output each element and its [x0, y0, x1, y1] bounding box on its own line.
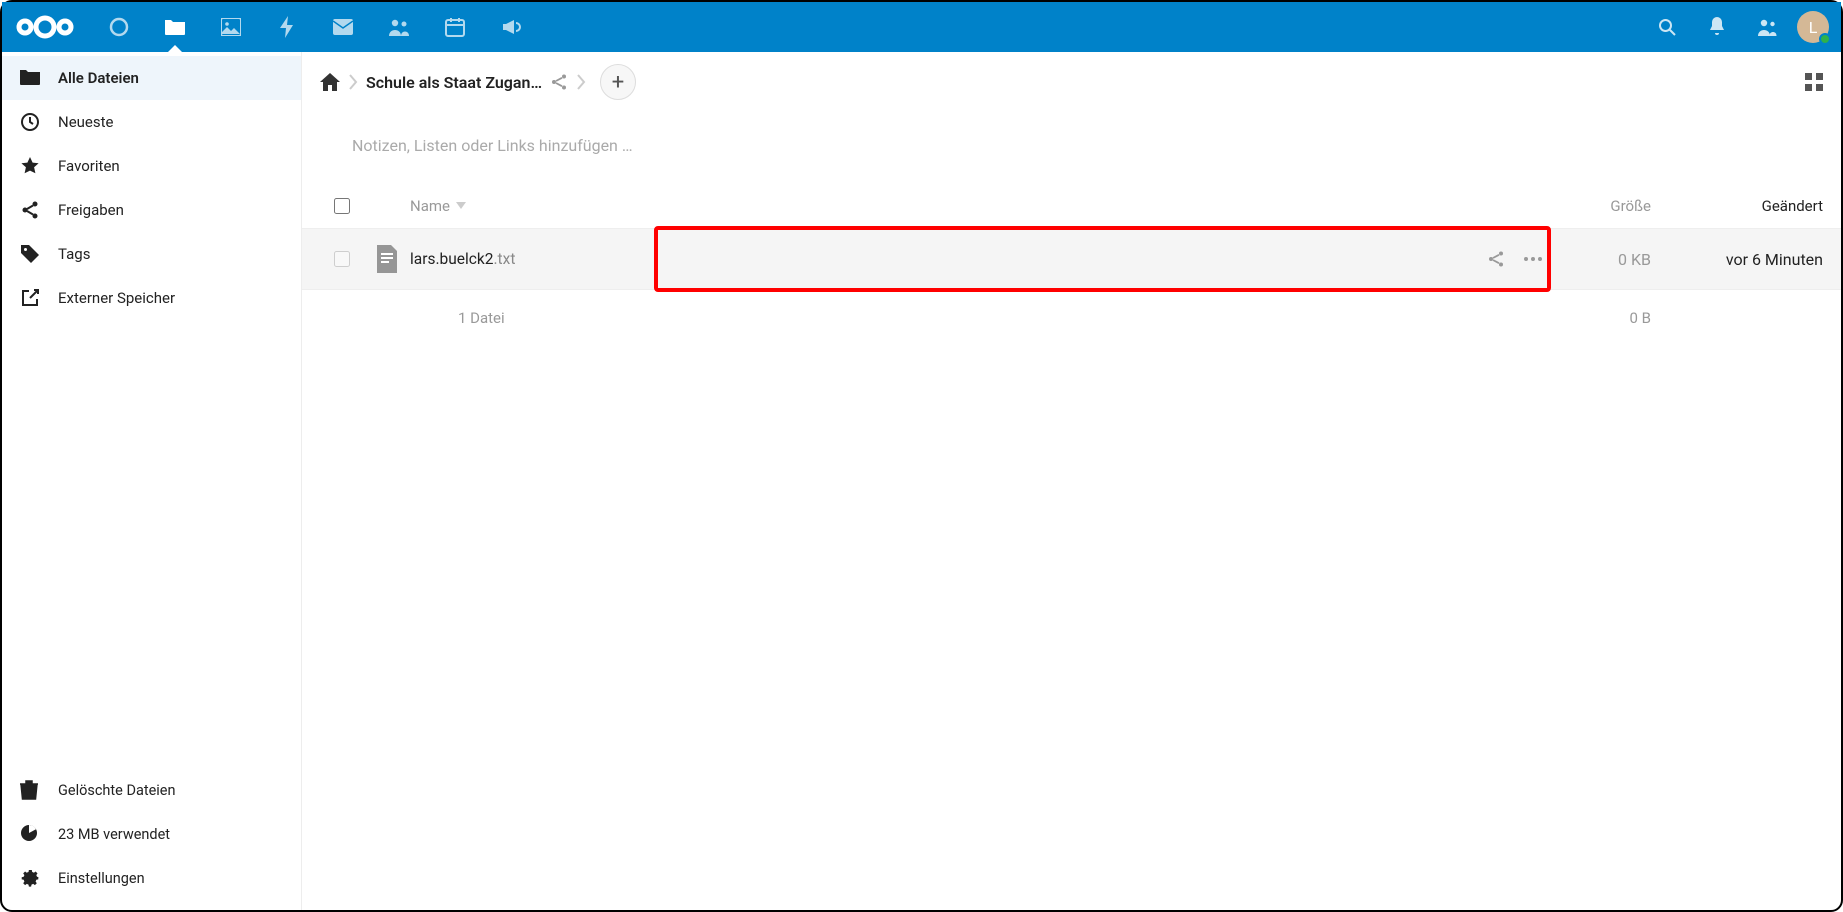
chevron-right-icon — [576, 72, 586, 92]
breadcrumb-share-icon[interactable] — [550, 73, 568, 91]
table-header: Name Größe Geändert — [302, 183, 1841, 229]
sidebar-quota[interactable]: 23 MB verwendet — [2, 812, 301, 856]
sidebar-item-label: Neueste — [58, 113, 113, 131]
sidebar-item-label: Tags — [58, 245, 90, 263]
contacts-menu-icon[interactable] — [1747, 7, 1787, 47]
sidebar-item-label: Alle Dateien — [58, 69, 139, 87]
search-icon[interactable] — [1647, 7, 1687, 47]
tag-icon — [20, 244, 40, 264]
file-type-icon — [364, 243, 410, 275]
sort-down-icon — [456, 202, 466, 210]
sidebar-item-recent[interactable]: Neueste — [2, 100, 301, 144]
notes-placeholder[interactable]: Notizen, Listen oder Links hinzufügen … — [302, 112, 1841, 183]
sidebar-item-tags[interactable]: Tags — [2, 232, 301, 276]
app-contacts[interactable] — [374, 2, 424, 52]
avatar-initial: L — [1809, 18, 1818, 37]
breadcrumb: Schule als Staat Zugan… + — [302, 52, 1841, 112]
chevron-right-icon — [348, 72, 358, 92]
file-size: 0 KB — [1618, 250, 1651, 269]
sidebar-settings[interactable]: Einstellungen — [2, 856, 301, 900]
view-toggle-grid-icon[interactable] — [1805, 73, 1823, 91]
summary-size: 0 B — [1630, 309, 1652, 327]
app-mail[interactable] — [318, 2, 368, 52]
folder-icon — [20, 68, 40, 88]
share-icon — [20, 200, 40, 220]
app-files[interactable] — [150, 2, 200, 52]
external-link-icon — [20, 288, 40, 308]
clock-icon — [20, 112, 40, 132]
app-activity[interactable] — [262, 2, 312, 52]
row-more-icon[interactable] — [1523, 256, 1543, 262]
col-size-label[interactable]: Größe — [1610, 197, 1651, 215]
status-online-dot — [1819, 33, 1831, 45]
notifications-icon[interactable] — [1697, 7, 1737, 47]
gear-icon — [20, 868, 40, 888]
file-table: Name Größe Geändert lars.buelck2.txt — [302, 183, 1841, 345]
file-modified: vor 6 Minuten — [1726, 250, 1823, 269]
app-calendar[interactable] — [430, 2, 480, 52]
select-all-checkbox[interactable] — [334, 198, 350, 214]
row-share-icon[interactable] — [1487, 250, 1505, 268]
sidebar: Alle Dateien Neueste Favoriten Freigaben — [2, 52, 302, 910]
pie-icon — [20, 824, 40, 844]
user-avatar[interactable]: L — [1797, 11, 1829, 43]
topbar: L — [2, 2, 1841, 52]
col-modified-label[interactable]: Geändert — [1762, 197, 1823, 215]
file-name: lars.buelck2.txt — [410, 250, 515, 268]
sidebar-trash-label: Gelöschte Dateien — [58, 782, 176, 799]
sidebar-item-favorites[interactable]: Favoriten — [2, 144, 301, 188]
sidebar-item-shares[interactable]: Freigaben — [2, 188, 301, 232]
col-name-label[interactable]: Name — [410, 197, 450, 215]
app-photos[interactable] — [206, 2, 256, 52]
table-summary: 1 Datei 0 B — [302, 289, 1841, 345]
nextcloud-logo[interactable] — [14, 11, 76, 43]
summary-count: 1 Datei — [458, 309, 505, 327]
star-icon — [20, 156, 40, 176]
main-content: Schule als Staat Zugan… + Notizen, Liste… — [302, 52, 1841, 910]
sidebar-trash[interactable]: Gelöschte Dateien — [2, 768, 301, 812]
sidebar-item-external-storage[interactable]: Externer Speicher — [2, 276, 301, 320]
trash-icon — [20, 780, 40, 800]
sidebar-item-all-files[interactable]: Alle Dateien — [2, 56, 301, 100]
sidebar-item-label: Externer Speicher — [58, 289, 175, 307]
breadcrumb-folder[interactable]: Schule als Staat Zugan… — [366, 73, 542, 92]
breadcrumb-home[interactable] — [320, 73, 340, 91]
sidebar-settings-label: Einstellungen — [58, 870, 145, 887]
app-announcements[interactable] — [486, 2, 536, 52]
sidebar-item-label: Freigaben — [58, 201, 124, 219]
sidebar-item-label: Favoriten — [58, 157, 120, 175]
new-button[interactable]: + — [600, 64, 636, 100]
app-dashboard[interactable] — [94, 2, 144, 52]
sidebar-quota-label: 23 MB verwendet — [58, 826, 170, 843]
row-checkbox[interactable] — [334, 251, 350, 267]
table-row[interactable]: lars.buelck2.txt 0 KB vor 6 Minuten — [302, 229, 1841, 289]
